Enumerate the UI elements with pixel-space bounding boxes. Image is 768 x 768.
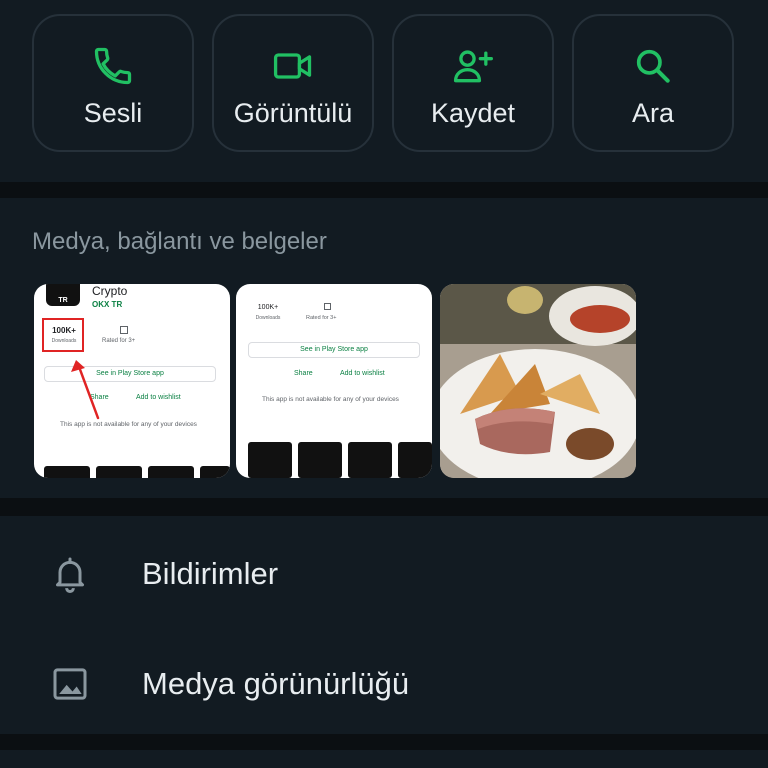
screenshot-strip: [248, 442, 432, 478]
voice-call-button[interactable]: Sesli: [32, 14, 194, 152]
search-label: Ara: [631, 98, 675, 128]
phone-icon: [94, 47, 132, 85]
actions-panel: Sesli Görüntülü Kaydet Ara: [0, 0, 768, 182]
screenshot-strip: [44, 466, 230, 478]
media-section: Medya, bağlantı ve belgeler TR Crypto OK…: [0, 198, 768, 498]
save-contact-label: Kaydet: [430, 98, 516, 128]
wishlist-link[interactable]: Add to wishlist: [340, 370, 385, 377]
settings-section: Bildirimler Medya görünürlüğü: [0, 516, 768, 734]
media-visibility-label: Medya görünürlüğü: [142, 666, 410, 701]
video-camera-icon: [273, 53, 312, 79]
video-call-button[interactable]: Görüntülü: [212, 14, 374, 152]
video-call-label: Görüntülü: [233, 98, 353, 128]
media-thumbnail-app-page[interactable]: TR Crypto OKX TR 100K+ Downloads Rated f…: [34, 284, 230, 478]
search-icon: [636, 49, 670, 83]
rating-label: Rated for 3+: [306, 315, 337, 321]
search-button[interactable]: Ara: [572, 14, 734, 152]
save-contact-button[interactable]: Kaydet: [392, 14, 554, 152]
share-link[interactable]: Share: [294, 370, 313, 377]
notifications-row[interactable]: Bildirimler: [0, 522, 768, 622]
media-thumbnail-food-photo[interactable]: [440, 284, 636, 478]
media-visibility-row[interactable]: Medya görünürlüğü: [0, 632, 768, 732]
voice-call-label: Sesli: [83, 98, 143, 128]
media-section-title: Medya, bağlantı ve belgeler: [32, 228, 327, 255]
image-icon: [53, 668, 87, 700]
rating-badge-icon: [324, 303, 331, 310]
next-section: [0, 750, 768, 768]
media-thumbnail-app-page-2[interactable]: 100K+ Downloads Rated for 3+ See in Play…: [236, 284, 432, 478]
bell-icon: [56, 557, 84, 593]
play-store-button[interactable]: See in Play Store app: [248, 342, 420, 358]
downloads-label: Downloads: [255, 315, 281, 321]
notifications-label: Bildirimler: [142, 556, 279, 591]
downloads-value: 100K+: [257, 304, 279, 311]
add-person-icon: [453, 50, 493, 83]
food-photo: [440, 284, 636, 478]
unavailable-note: This app is not available for any of you…: [262, 396, 399, 403]
red-arrow-annotation: [71, 360, 100, 420]
